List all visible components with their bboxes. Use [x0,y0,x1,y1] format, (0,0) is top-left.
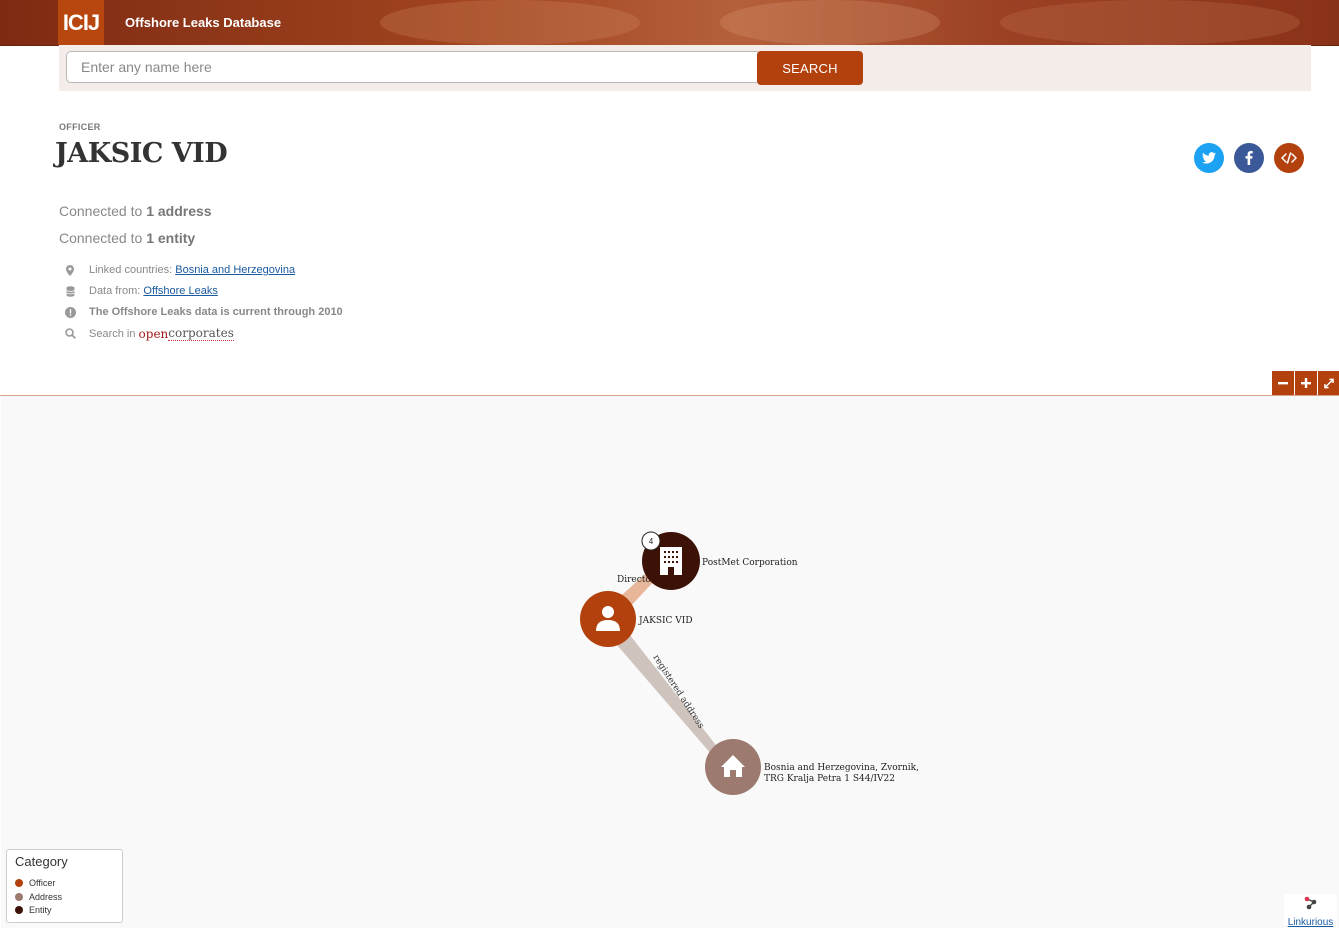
info-icon [64,306,76,318]
entity-node[interactable]: 4 [641,531,700,590]
connected-entities: Connected to 1 entity [59,230,195,246]
connected-addresses: Connected to 1 address [59,203,212,219]
opencorporates-logo-corporates[interactable]: corporates [168,326,234,341]
facebook-share-button[interactable] [1234,143,1264,173]
linkurious-attribution[interactable]: Linkurious [1284,894,1337,928]
site-title[interactable]: Offshore Leaks Database [125,15,281,30]
search-input[interactable] [66,51,761,83]
address-count: 1 address [146,203,212,219]
officer-node-label: JAKSIC VID [638,616,693,626]
building-icon [660,547,682,575]
zoom-out-button[interactable] [1272,371,1294,395]
legend-label: Address [29,892,63,902]
data-source: Data from: Offshore Leaks [64,285,218,297]
search-icon [64,328,76,339]
search-button[interactable]: SEARCH [757,51,863,85]
address-node-label-line2: TRG Kralja Petra 1 S44/IV22 [764,774,895,784]
current-through-text: The Offshore Leaks data is current throu… [89,306,343,318]
embed-share-button[interactable] [1274,143,1304,173]
entity-count: 1 entity [146,230,196,246]
entity-degree-badge: 4 [649,537,654,546]
legend-label: Entity [29,905,52,915]
legend-title: Category [15,854,68,869]
legend-label: Officer [29,878,56,888]
address-node-label-line1: Bosnia and Herzegovina, Zvornik, [764,763,919,773]
data-source-link[interactable]: Offshore Leaks [143,285,217,297]
linkurious-link[interactable]: Linkurious [1284,917,1337,928]
twitter-share-button[interactable] [1194,143,1224,173]
fullscreen-button[interactable] [1318,371,1339,395]
entity-node-label: PostMet Corporation [702,558,798,568]
expand-icon [1324,378,1334,388]
node-type-label: OFFICER [59,122,101,132]
data-currency-note: The Offshore Leaks data is current throu… [64,306,343,318]
search-bar: SEARCH [59,45,1311,91]
zoom-in-button[interactable] [1295,371,1317,395]
network-graph[interactable]: Director registered address 4 PostMet Co… [1,396,1339,928]
twitter-icon [1202,152,1216,164]
embed-code-icon [1281,152,1297,164]
legend-dot [15,893,23,901]
legend-item-address: Address [15,892,62,902]
legend-item-officer: Officer [15,878,55,888]
legend-item-entity: Entity [15,905,52,915]
opencorporates-logo-open[interactable]: open [139,327,169,341]
linkurious-logo-icon [1304,896,1316,910]
address-node[interactable] [705,739,761,795]
graph-legend: Category Officer Address Entity [6,849,123,923]
linked-countries: Linked countries: Bosnia and Herzegovina [64,264,295,276]
data-from-label: Data from: [89,285,141,297]
legend-dot [15,879,23,887]
country-link[interactable]: Bosnia and Herzegovina [175,264,295,276]
database-icon [64,285,76,297]
plus-icon [1301,378,1311,388]
page-title: JAKSIC VID [55,138,228,169]
legend-dot [15,906,23,914]
officer-node[interactable] [580,591,636,647]
minus-icon [1278,382,1288,385]
facebook-icon [1245,151,1253,165]
icij-logo[interactable]: ICIJ [58,0,104,45]
opencorporates-search[interactable]: Search in open corporates [64,326,234,341]
search-in-label: Search in [89,327,136,340]
connected-prefix: Connected to [59,230,143,246]
connected-prefix: Connected to [59,203,143,219]
countries-label: Linked countries: [89,264,173,276]
map-marker-icon [64,264,76,276]
